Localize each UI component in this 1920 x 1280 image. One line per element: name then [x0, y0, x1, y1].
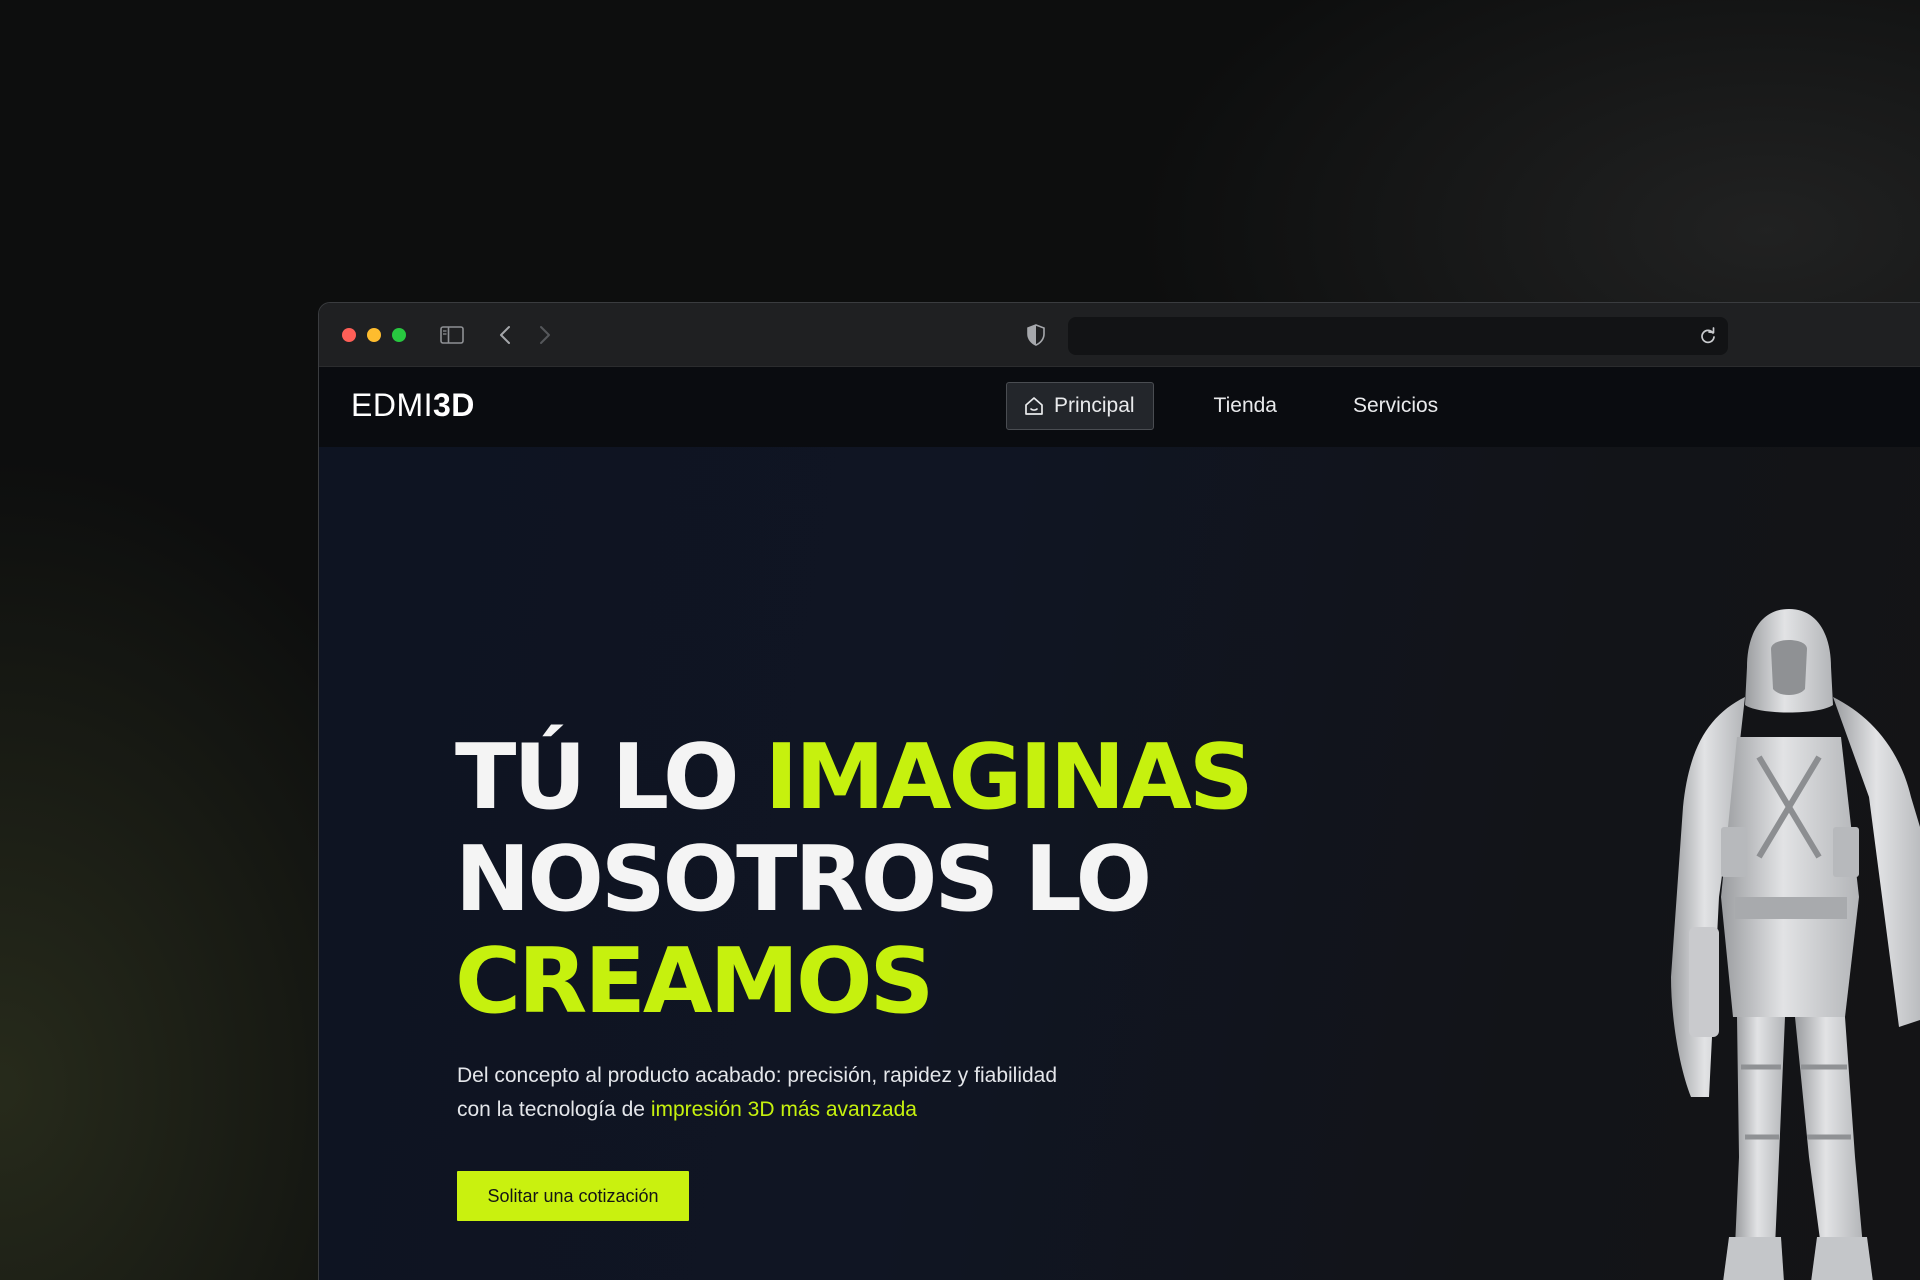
headline-line1-accent: IMAGINAS — [764, 725, 1254, 830]
address-bar[interactable] — [1068, 317, 1728, 355]
headline-line3-accent: CREAMOS — [455, 929, 934, 1034]
browser-titlebar — [319, 303, 1920, 367]
reload-icon[interactable] — [1698, 326, 1718, 346]
nav-label-servicios: Servicios — [1352, 394, 1439, 417]
browser-window: EDMI3D Principal Tienda Servicios TÚ LO … — [318, 302, 1920, 1280]
hero-headline: TÚ LO IMAGINAS NOSOTROS LO CREAMOS — [455, 725, 1254, 1034]
home-icon — [1025, 397, 1043, 415]
headline-line1-white: TÚ LO — [455, 725, 765, 830]
back-arrow-icon[interactable] — [495, 323, 515, 347]
nav-item-servicios[interactable]: Servicios — [1335, 382, 1456, 430]
maximize-window-button[interactable] — [392, 328, 406, 342]
minimize-window-button[interactable] — [367, 328, 381, 342]
nav-label-tienda: Tienda — [1213, 394, 1277, 417]
hero-section: TÚ LO IMAGINAS NOSOTROS LO CREAMOS Del c… — [319, 447, 1920, 1280]
nav-item-tienda[interactable]: Tienda — [1196, 382, 1295, 430]
nav-item-principal[interactable]: Principal — [1006, 382, 1154, 430]
main-nav: Principal Tienda Servicios — [1006, 382, 1456, 430]
close-window-button[interactable] — [342, 328, 356, 342]
request-quote-button[interactable]: Solitar una cotización — [457, 1171, 689, 1221]
forward-arrow-icon[interactable] — [535, 323, 555, 347]
hero-subtext-accent: impresión 3D más avanzada — [650, 1098, 917, 1121]
logo[interactable]: EDMI3D — [351, 387, 475, 424]
hooded-figure-model — [1671, 609, 1920, 1280]
shield-icon[interactable] — [1025, 323, 1047, 347]
headline-line2: NOSOTROS LO — [455, 827, 1152, 932]
hero-subtext: Del concepto al producto acabado: precis… — [457, 1059, 1077, 1127]
site-header: EDMI3D Principal Tienda Servicios — [319, 367, 1920, 447]
sidebar-toggle-icon[interactable] — [439, 323, 465, 347]
nav-label-principal: Principal — [1054, 394, 1135, 417]
